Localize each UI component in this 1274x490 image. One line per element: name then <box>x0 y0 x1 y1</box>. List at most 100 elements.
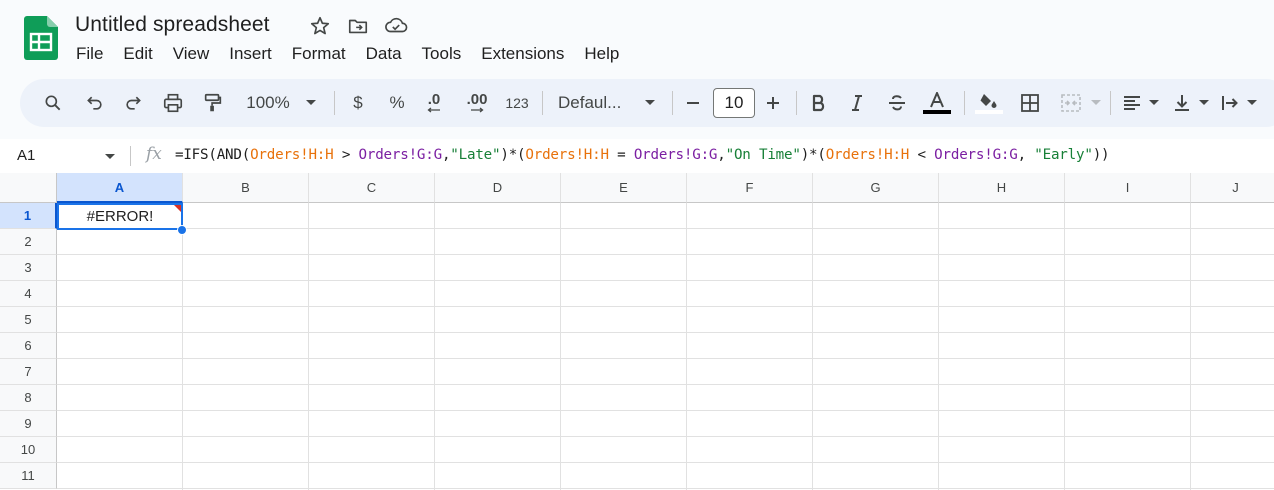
formula-token: Orders!G:G <box>358 147 443 163</box>
minus-icon <box>687 102 699 104</box>
menu-bar: File Edit View Insert Format Data Tools … <box>66 42 629 68</box>
row-header-5[interactable]: 5 <box>0 307 57 333</box>
row-header-2[interactable]: 2 <box>0 229 57 255</box>
currency-label: $ <box>353 93 363 112</box>
fx-icon: fx <box>146 144 162 164</box>
star-icon[interactable] <box>308 14 332 38</box>
menu-file[interactable]: File <box>66 42 113 68</box>
formula-token: Orders!G:G <box>934 147 1018 163</box>
toolbar-divider <box>334 91 335 115</box>
column-header-c[interactable]: C <box>309 173 435 203</box>
formula-token: =IFS(AND( <box>175 147 251 163</box>
fill-color-swatch <box>975 110 1003 114</box>
column-header-g[interactable]: G <box>813 173 939 203</box>
formula-token: , <box>1017 147 1035 163</box>
formula-token: Orders!H:H <box>250 147 334 163</box>
name-box[interactable]: A1 <box>17 147 35 164</box>
bold-icon[interactable] <box>804 79 834 127</box>
increase-font-size-button[interactable] <box>760 79 786 127</box>
borders-icon[interactable] <box>1014 79 1046 127</box>
font-size-input[interactable]: 10 <box>713 88 755 118</box>
increase-decimal-button[interactable]: .00 <box>460 79 494 127</box>
document-title[interactable]: Untitled spreadsheet <box>75 13 270 37</box>
menu-insert[interactable]: Insert <box>219 42 282 68</box>
cell-area[interactable] <box>57 203 1274 490</box>
text-wrap-icon[interactable] <box>1216 79 1244 127</box>
menu-format[interactable]: Format <box>282 42 356 68</box>
column-header-a[interactable]: A <box>57 173 183 203</box>
more-formats-button[interactable]: 123 <box>502 79 532 127</box>
paint-format-icon[interactable] <box>198 79 228 127</box>
font-chevron-down-icon[interactable] <box>641 79 659 127</box>
plus-icon <box>767 97 779 109</box>
zoom-select[interactable]: 100% <box>240 79 296 127</box>
column-header-j[interactable]: J <box>1191 173 1274 203</box>
column-header-d[interactable]: D <box>435 173 561 203</box>
formula-token: , <box>717 147 726 163</box>
search-icon[interactable] <box>38 79 68 127</box>
row-header-10[interactable]: 10 <box>0 437 57 463</box>
fill-handle[interactable] <box>177 225 187 235</box>
formula-token: "Early" <box>1034 147 1093 163</box>
move-folder-icon[interactable] <box>346 14 370 38</box>
column-header-h[interactable]: H <box>939 173 1065 203</box>
row-header-4[interactable]: 4 <box>0 281 57 307</box>
sheet-grid: ABCDEFGHIJ 1 2 3 4 5 6 7 8 9 10 11 #ERROR! <box>0 173 1274 490</box>
strikethrough-icon[interactable] <box>882 79 912 127</box>
fill-color-icon[interactable] <box>972 79 1006 127</box>
cloud-status-icon[interactable] <box>384 14 408 38</box>
decrease-decimal-button[interactable]: .0 <box>420 79 448 127</box>
menu-edit[interactable]: Edit <box>113 42 162 68</box>
formula-token: Orders!H:H <box>525 147 609 163</box>
menu-extensions[interactable]: Extensions <box>471 42 574 68</box>
formula-token: > <box>333 147 359 163</box>
select-all-corner[interactable] <box>0 173 57 203</box>
merge-chevron-down-icon[interactable] <box>1088 79 1104 127</box>
percent-format-button[interactable]: % <box>384 79 410 127</box>
formula-input[interactable]: =IFS(AND(Orders!H:H > Orders!G:G,"Late")… <box>175 147 1110 163</box>
row-header-11[interactable]: 11 <box>0 463 57 489</box>
currency-format-button[interactable]: $ <box>346 79 370 127</box>
formula-token: "Late" <box>450 147 501 163</box>
merge-cells-icon[interactable] <box>1056 79 1086 127</box>
active-cell-a1[interactable]: #ERROR! <box>57 203 183 230</box>
italic-icon[interactable] <box>842 79 872 127</box>
decrease-font-size-button[interactable] <box>680 79 706 127</box>
row-header-7[interactable]: 7 <box>0 359 57 385</box>
menu-help[interactable]: Help <box>574 42 629 68</box>
sheets-logo-icon[interactable] <box>24 16 58 60</box>
menu-data[interactable]: Data <box>356 42 412 68</box>
column-header-e[interactable]: E <box>561 173 687 203</box>
column-header-i[interactable]: I <box>1065 173 1191 203</box>
row-header-9[interactable]: 9 <box>0 411 57 437</box>
column-header-f[interactable]: F <box>687 173 813 203</box>
align-left-icon[interactable] <box>1118 79 1146 127</box>
print-icon[interactable] <box>158 79 188 127</box>
zoom-chevron-down-icon[interactable] <box>302 79 320 127</box>
vertical-align-icon[interactable] <box>1168 79 1196 127</box>
text-color-icon[interactable] <box>920 79 954 127</box>
toolbar: 100% $ % .0 .00 123 Defaul... 10 <box>20 79 1274 127</box>
error-indicator-icon <box>174 205 181 212</box>
redo-icon[interactable] <box>118 79 148 127</box>
formula-token: )) <box>1092 147 1110 163</box>
valign-chevron-down-icon[interactable] <box>1196 79 1212 127</box>
wrap-chevron-down-icon[interactable] <box>1244 79 1260 127</box>
menu-tools[interactable]: Tools <box>412 42 472 68</box>
formula-token: )*( <box>500 147 526 163</box>
row-header-3[interactable]: 3 <box>0 255 57 281</box>
arrow-left-icon <box>427 107 440 113</box>
row-header-6[interactable]: 6 <box>0 333 57 359</box>
align-chevron-down-icon[interactable] <box>1146 79 1162 127</box>
number-format-label: 123 <box>505 95 529 111</box>
row-header-8[interactable]: 8 <box>0 385 57 411</box>
header: Untitled spreadsheet File Edit View Inse… <box>0 0 1274 78</box>
toolbar-divider <box>1110 91 1111 115</box>
name-box-chevron-down-icon[interactable] <box>104 153 116 161</box>
menu-view[interactable]: View <box>163 42 220 68</box>
column-header-b[interactable]: B <box>183 173 309 203</box>
undo-icon[interactable] <box>80 79 110 127</box>
font-family-select[interactable]: Defaul... <box>558 79 630 127</box>
row-header-1[interactable]: 1 <box>0 203 57 229</box>
formula-token: "On Time" <box>725 147 801 163</box>
